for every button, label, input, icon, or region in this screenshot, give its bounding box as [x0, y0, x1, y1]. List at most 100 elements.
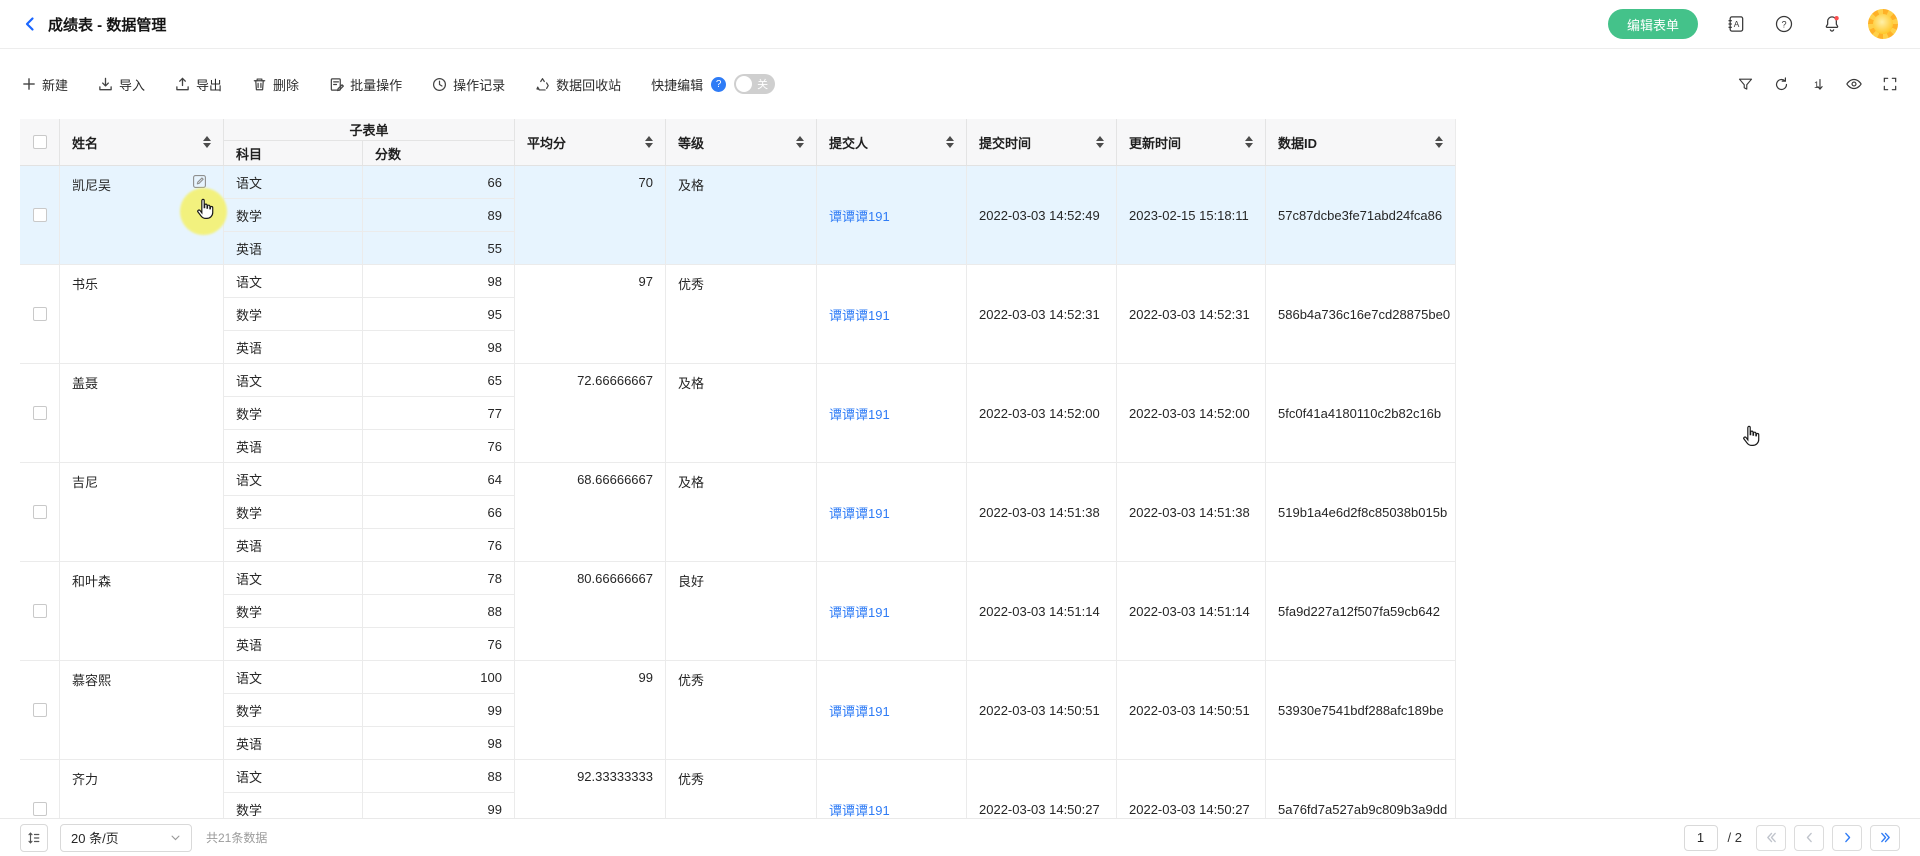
score-cell: 64: [363, 463, 514, 496]
row-checkbox[interactable]: [33, 505, 47, 519]
column-header-update-time[interactable]: 更新时间: [1116, 119, 1265, 165]
sort-arrows-icon[interactable]: [645, 136, 653, 148]
data-id-cell: 519b1a4e6d2f8c85038b015b: [1265, 463, 1455, 561]
student-name: 盖聂: [72, 376, 98, 391]
row-checkbox-cell: [20, 760, 59, 818]
visibility-icon[interactable]: [1845, 75, 1863, 93]
sort-arrows-icon[interactable]: [1096, 136, 1104, 148]
first-page-button[interactable]: [1756, 825, 1786, 851]
delete-label: 删除: [273, 75, 299, 94]
column-header-grade[interactable]: 等级: [665, 119, 816, 165]
operation-log-button[interactable]: 操作记录: [432, 75, 505, 94]
submitter-link[interactable]: 谭谭谭191: [829, 701, 890, 720]
data-id-cell: 53930e7541bdf288afc189be: [1265, 661, 1455, 759]
svg-text:A: A: [1734, 19, 1740, 29]
user-avatar[interactable]: [1868, 9, 1898, 39]
sort-arrows-icon[interactable]: [203, 136, 211, 148]
score-subcolumn: 657776: [362, 364, 514, 462]
column-header-average[interactable]: 平均分: [514, 119, 665, 165]
student-name: 书乐: [72, 277, 98, 292]
name-cell: 吉尼: [59, 463, 223, 561]
sort-arrows-icon[interactable]: [1435, 136, 1443, 148]
update-time-cell: 2022-03-03 14:50:51: [1116, 661, 1265, 759]
grade-cell: 良好: [665, 562, 816, 660]
submitter-cell: 谭谭谭191: [816, 760, 966, 818]
row-checkbox[interactable]: [33, 604, 47, 618]
subject-subcolumn: 语文数学英语: [223, 463, 362, 561]
chevron-left-icon: [1803, 831, 1816, 844]
help-icon[interactable]: ?: [1774, 14, 1794, 34]
submitter-cell: 谭谭谭191: [816, 661, 966, 759]
row-checkbox[interactable]: [33, 703, 47, 717]
column-header-data-id[interactable]: 数据ID: [1265, 119, 1455, 165]
prev-page-button[interactable]: [1794, 825, 1824, 851]
history-label: 操作记录: [453, 75, 505, 94]
table-body: 凯尼吴语文数学英语66895570及格谭谭谭1912022-03-03 14:5…: [20, 166, 1455, 818]
back-button[interactable]: [22, 16, 38, 32]
average-cell: 99: [514, 661, 665, 759]
quick-edit-toggle[interactable]: 关: [734, 74, 775, 94]
last-page-button[interactable]: [1870, 825, 1900, 851]
table-row[interactable]: 吉尼语文数学英语64667668.66666667及格谭谭谭1912022-03…: [20, 463, 1455, 562]
sort-arrows-icon[interactable]: [1245, 136, 1253, 148]
fullscreen-icon[interactable]: [1882, 76, 1898, 92]
sort-arrows-icon[interactable]: [796, 136, 804, 148]
recycle-bin-button[interactable]: 数据回收站: [535, 75, 621, 94]
notification-bell-icon[interactable]: [1822, 14, 1842, 34]
table-row[interactable]: 书乐语文数学英语98959897优秀谭谭谭1912022-03-03 14:52…: [20, 265, 1455, 364]
next-page-button[interactable]: [1832, 825, 1862, 851]
column-header-name[interactable]: 姓名: [59, 119, 223, 165]
svg-text:?: ?: [1781, 19, 1786, 29]
score-cell: 76: [363, 529, 514, 561]
submit-time-cell: 2022-03-03 14:52:49: [966, 166, 1116, 264]
filter-icon[interactable]: [1737, 76, 1754, 93]
update-time-cell: 2022-03-03 14:51:38: [1116, 463, 1265, 561]
row-checkbox[interactable]: [33, 802, 47, 816]
row-checkbox[interactable]: [33, 307, 47, 321]
data-id-cell: 5fc0f41a4180110c2b82c16b: [1265, 364, 1455, 462]
submitter-link[interactable]: 谭谭谭191: [829, 206, 890, 225]
row-checkbox[interactable]: [33, 406, 47, 420]
delete-button[interactable]: 删除: [252, 75, 299, 94]
name-cell: 齐力: [59, 760, 223, 818]
export-button[interactable]: 导出: [175, 75, 222, 94]
student-name: 慕容熙: [72, 673, 111, 688]
current-page-input[interactable]: 1: [1684, 825, 1718, 851]
sort-icon[interactable]: 1: [1809, 76, 1826, 93]
submitter-link[interactable]: 谭谭谭191: [829, 800, 890, 819]
topbar: 成绩表 - 数据管理 编辑表单 A ?: [0, 0, 1920, 49]
select-all-checkbox-cell: [20, 119, 59, 165]
data-table: 姓名 子表单 科目 分数 平均分 等级 提交人 提交时间 更新时间 数据ID 凯…: [20, 119, 1456, 818]
table-row[interactable]: 齐力语文数学889992.33333333优秀谭谭谭1912022-03-03 …: [20, 760, 1455, 818]
submitter-link[interactable]: 谭谭谭191: [829, 305, 890, 324]
edit-form-button[interactable]: 编辑表单: [1608, 9, 1698, 39]
refresh-icon[interactable]: [1773, 76, 1790, 93]
submitter-cell: 谭谭谭191: [816, 166, 966, 264]
student-name: 凯尼吴: [72, 178, 111, 193]
submitter-link[interactable]: 谭谭谭191: [829, 404, 890, 423]
row-checkbox[interactable]: [33, 208, 47, 222]
table-row[interactable]: 凯尼吴语文数学英语66895570及格谭谭谭1912022-03-03 14:5…: [20, 166, 1455, 265]
select-all-checkbox[interactable]: [33, 135, 47, 149]
row-density-button[interactable]: [20, 824, 48, 852]
table-row[interactable]: 慕容熙语文数学英语100999899优秀谭谭谭1912022-03-03 14:…: [20, 661, 1455, 760]
new-button[interactable]: 新建: [22, 75, 68, 94]
quick-edit-help-icon[interactable]: ?: [711, 77, 726, 92]
pager: 1 / 2: [1684, 825, 1900, 851]
page-size-select[interactable]: 20 条/页: [60, 824, 192, 852]
submitter-link[interactable]: 谭谭谭191: [829, 503, 890, 522]
table-row[interactable]: 和叶森语文数学英语78887680.66666667良好谭谭谭1912022-0…: [20, 562, 1455, 661]
sort-arrows-icon[interactable]: [946, 136, 954, 148]
submitter-link[interactable]: 谭谭谭191: [829, 602, 890, 621]
submit-time-cell: 2022-03-03 14:51:14: [966, 562, 1116, 660]
submitter-cell: 谭谭谭191: [816, 463, 966, 561]
column-header-submit-time[interactable]: 提交时间: [966, 119, 1116, 165]
import-button[interactable]: 导入: [98, 75, 145, 94]
edit-record-icon[interactable]: [192, 174, 207, 192]
recycle-label: 数据回收站: [556, 75, 621, 94]
pagination-bar: 20 条/页 共21条数据 1 / 2: [0, 818, 1920, 856]
column-header-submitter[interactable]: 提交人: [816, 119, 966, 165]
batch-operation-button[interactable]: 批量操作: [329, 75, 402, 94]
table-row[interactable]: 盖聂语文数学英语65777672.66666667及格谭谭谭1912022-03…: [20, 364, 1455, 463]
user-guide-icon[interactable]: A: [1726, 14, 1746, 34]
